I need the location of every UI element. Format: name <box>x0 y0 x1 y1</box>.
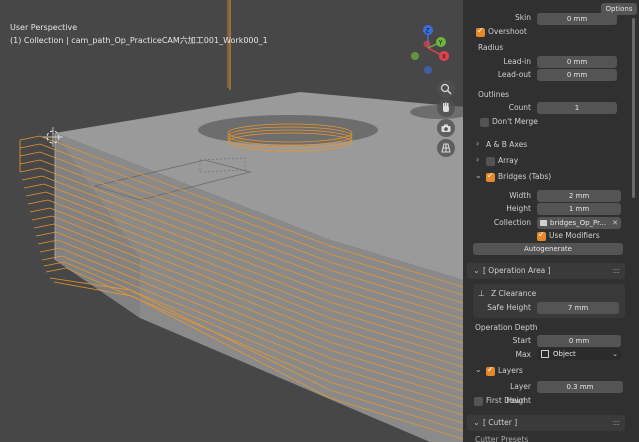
autogenerate-button[interactable]: Autogenerate <box>473 243 623 255</box>
lead-in-label: Lead-in <box>503 57 531 66</box>
skin-label: Skin <box>515 13 531 22</box>
chevron-down-icon: ⌄ <box>473 266 480 275</box>
layer-height-field[interactable]: 0.3 mm <box>537 381 623 393</box>
bridges-label[interactable]: Bridges (Tabs) <box>498 170 551 184</box>
cutter-presets-label[interactable]: Cutter Presets <box>475 433 528 442</box>
cutter-header[interactable]: ⌄ [ Cutter ] :::: <box>467 415 625 431</box>
viewport-collection-label: (1) Collection | cam_path_Op_PracticeCAM… <box>10 36 268 45</box>
first-down-label: First Down <box>486 396 526 405</box>
collection-value: bridges_Op_Pr... <box>550 219 607 227</box>
chevron-down-icon: ⌄ <box>473 418 480 427</box>
viewport-perspective-label: User Perspective <box>10 23 78 32</box>
chevron-right-icon[interactable]: › <box>476 139 479 148</box>
dont-merge-label: Don't Merge <box>492 117 538 126</box>
array-label[interactable]: Array <box>498 154 518 168</box>
overshoot-checkbox[interactable] <box>476 26 485 37</box>
3d-viewport[interactable]: User Perspective (1) Collection | cam_pa… <box>0 0 463 442</box>
lead-out-label: Lead-out <box>497 70 531 79</box>
use-modifiers-label: Use Modifiers <box>549 231 600 240</box>
array-checkbox[interactable] <box>486 157 495 166</box>
collection-icon <box>540 220 547 226</box>
lead-out-field[interactable]: 0 mm <box>537 69 617 81</box>
operation-area-header[interactable]: ⌄ [ Operation Area ] :::: <box>467 263 625 279</box>
pan-hand-icon[interactable] <box>437 99 455 117</box>
z-clearance-label: Z Clearance <box>491 289 537 298</box>
cutter-title: [ Cutter ] <box>483 418 518 427</box>
overshoot-label: Overshoot <box>488 27 527 36</box>
collection-label: Collection <box>493 218 531 227</box>
svg-text:X: X <box>442 54 446 61</box>
chevron-down-icon[interactable]: ⌄ <box>475 365 482 374</box>
max-dropdown[interactable]: Object ⌄ <box>537 348 621 360</box>
lead-in-field[interactable]: 0 mm <box>537 56 617 68</box>
properties-panel[interactable]: Skin 0 mm Overshoot Radius Lead-in 0 mm … <box>463 0 639 442</box>
max-value: Object <box>553 350 576 358</box>
radius-heading: Radius <box>478 43 504 52</box>
object-icon <box>541 350 549 358</box>
width-field[interactable]: 2 mm <box>537 190 621 202</box>
chevron-down-icon[interactable]: ⌄ <box>475 171 482 180</box>
collection-field[interactable]: bridges_Op_Pr... ✕ <box>537 217 621 229</box>
navigation-gizmo[interactable]: Z Y X <box>405 22 455 78</box>
first-down-checkbox[interactable] <box>474 397 483 406</box>
chevron-down-icon: ⌄ <box>612 350 618 358</box>
ab-axes-label[interactable]: A & B Axes <box>486 138 527 152</box>
svg-text:Z: Z <box>426 28 430 35</box>
width-label: Width <box>509 191 531 200</box>
outlines-heading: Outlines <box>478 90 510 99</box>
start-field[interactable]: 0 mm <box>537 335 621 347</box>
bridges-checkbox[interactable] <box>486 171 495 182</box>
zoom-icon[interactable] <box>437 80 455 98</box>
dont-merge-checkbox[interactable] <box>480 118 489 127</box>
safe-height-label: Safe Height <box>487 303 531 312</box>
max-label: Max <box>515 350 531 359</box>
panel-scrollbar[interactable] <box>632 18 635 198</box>
operation-depth-heading: Operation Depth <box>475 323 538 332</box>
drag-handle-icon[interactable]: :::: <box>612 266 620 275</box>
safe-height-field[interactable]: 7 mm <box>537 302 619 314</box>
drag-handle-icon[interactable]: :::: <box>612 418 620 427</box>
grid-view-icon[interactable] <box>437 139 455 157</box>
scene-geometry <box>19 0 463 442</box>
layers-checkbox[interactable] <box>486 365 495 376</box>
operation-area-title: [ Operation Area ] <box>483 266 551 275</box>
camera-view-icon[interactable] <box>437 119 455 137</box>
options-button[interactable]: Options <box>601 3 637 15</box>
count-label: Count <box>508 103 531 112</box>
svg-text:Y: Y <box>438 40 443 47</box>
use-modifiers-checkbox[interactable] <box>537 230 546 241</box>
height-field[interactable]: 1 mm <box>537 203 621 215</box>
close-icon[interactable]: ✕ <box>612 217 618 229</box>
start-label: Start <box>512 336 531 345</box>
z-clearance-icon: ⊥ <box>478 289 485 298</box>
layers-label[interactable]: Layers <box>498 364 523 378</box>
height-label: Height <box>506 204 531 213</box>
count-field[interactable]: 1 <box>537 102 617 114</box>
chevron-right-icon[interactable]: › <box>476 155 479 164</box>
